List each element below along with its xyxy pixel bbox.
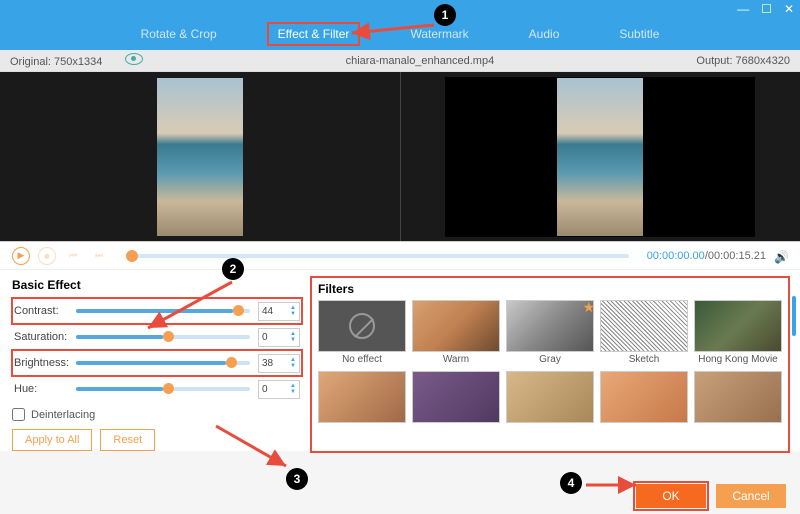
timeline-slider[interactable] xyxy=(126,254,629,258)
titlebar: — ☐ ✕ xyxy=(0,0,800,18)
deinterlacing-label: Deinterlacing xyxy=(31,409,95,421)
filter-sketch[interactable]: Sketch xyxy=(600,300,688,365)
deinterlacing-row: Deinterlacing xyxy=(12,408,302,421)
filter-item[interactable] xyxy=(412,371,500,425)
output-video-frame xyxy=(557,78,643,236)
filename-label: chiara-manalo_enhanced.mp4 xyxy=(346,55,495,67)
cancel-button[interactable]: Cancel xyxy=(716,484,786,508)
callout-4: 4 xyxy=(560,472,582,494)
callout-1: 1 xyxy=(434,4,456,26)
maximize-icon[interactable]: ☐ xyxy=(761,2,772,16)
original-resolution: Original: 750x1334 xyxy=(10,56,102,68)
tab-audio[interactable]: Audio xyxy=(519,23,570,45)
arrow-1 xyxy=(346,22,436,43)
filter-warm[interactable]: Warm xyxy=(412,300,500,365)
deinterlacing-checkbox[interactable] xyxy=(12,408,25,421)
close-icon[interactable]: ✕ xyxy=(784,2,794,16)
output-resolution: Output: 7680x4320 xyxy=(696,55,790,67)
brightness-value[interactable]: 38▲▼ xyxy=(258,354,300,373)
filters-panel: Filters No effect Warm ★Gray Sketch Hong… xyxy=(312,278,788,451)
filter-item[interactable] xyxy=(506,371,594,425)
arrow-3 xyxy=(212,422,292,477)
filters-scrollbar[interactable] xyxy=(792,296,796,336)
time-display: 00:00:00.00/00:00:15.21 xyxy=(647,250,766,262)
stop-button[interactable]: ■ xyxy=(38,247,56,265)
filter-no-effect[interactable]: No effect xyxy=(318,300,406,365)
volume-icon[interactable]: 🔊 xyxy=(774,250,788,262)
filter-hong-kong-movie[interactable]: Hong Kong Movie xyxy=(694,300,782,365)
brightness-slider[interactable] xyxy=(76,361,250,365)
arrow-2 xyxy=(140,278,236,339)
filter-gray[interactable]: ★Gray xyxy=(506,300,594,365)
dialog-footer: OK Cancel xyxy=(636,484,786,508)
original-video-frame xyxy=(157,78,243,236)
filter-item[interactable] xyxy=(318,371,406,425)
next-frame-button[interactable]: ⏭ xyxy=(90,247,108,265)
hue-row: Hue: 0▲▼ xyxy=(12,376,302,402)
preview-area xyxy=(0,72,800,242)
saturation-value[interactable]: 0▲▼ xyxy=(258,328,300,347)
filter-item[interactable] xyxy=(694,371,782,425)
tab-rotate-crop[interactable]: Rotate & Crop xyxy=(131,23,227,45)
no-effect-icon xyxy=(349,313,375,339)
playback-controls: ▶ ■ ⏮ ⏭ 00:00:00.00/00:00:15.21 🔊 xyxy=(0,242,800,270)
info-bar: Original: 750x1334 chiara-manalo_enhance… xyxy=(0,50,800,72)
tab-subtitle[interactable]: Subtitle xyxy=(609,23,669,45)
brightness-row: Brightness: 38▲▼ xyxy=(12,350,302,376)
preview-output xyxy=(401,72,800,241)
prev-frame-button[interactable]: ⏮ xyxy=(64,247,82,265)
arrow-4 xyxy=(584,478,642,497)
ok-button[interactable]: OK xyxy=(636,484,706,508)
hue-slider[interactable] xyxy=(76,387,250,391)
saturation-label: Saturation: xyxy=(14,331,76,343)
callout-3: 3 xyxy=(286,468,308,490)
contrast-value[interactable]: 44▲▼ xyxy=(258,302,300,321)
preview-original xyxy=(0,72,401,241)
filters-heading: Filters xyxy=(318,282,782,296)
contrast-label: Contrast: xyxy=(14,305,76,317)
reset-button[interactable]: Reset xyxy=(100,429,155,451)
hue-label: Hue: xyxy=(14,383,76,395)
callout-2: 2 xyxy=(222,258,244,280)
preview-toggle-icon[interactable] xyxy=(125,53,143,65)
minimize-icon[interactable]: — xyxy=(737,2,749,16)
hue-value[interactable]: 0▲▼ xyxy=(258,380,300,399)
brightness-label: Brightness: xyxy=(14,357,76,369)
play-button[interactable]: ▶ xyxy=(12,247,30,265)
filter-item[interactable] xyxy=(600,371,688,425)
apply-to-all-button[interactable]: Apply to All xyxy=(12,429,92,451)
favorite-star-icon: ★ xyxy=(582,299,595,316)
